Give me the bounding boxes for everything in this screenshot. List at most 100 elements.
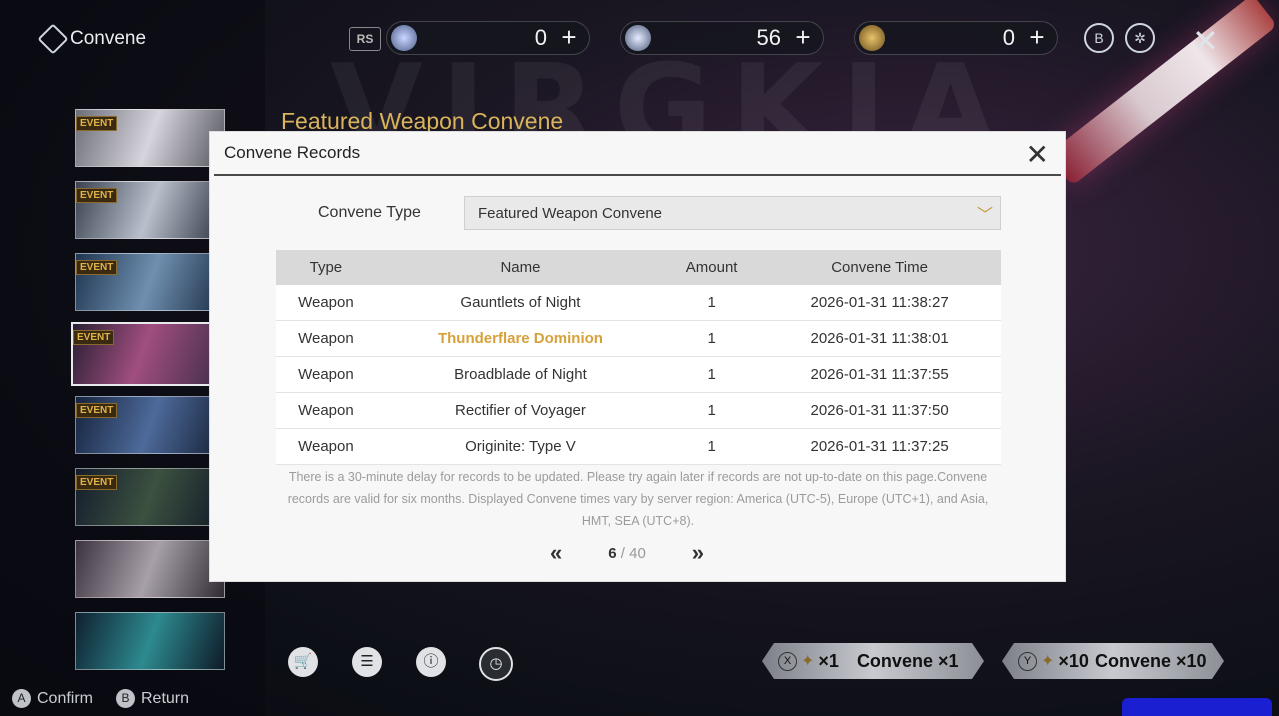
banner-event-selected[interactable]: EVENT [71, 322, 229, 386]
banner-event-1[interactable]: EVENT [75, 109, 225, 167]
table-row: Weapon Rectifier of Voyager 1 2026-01-31… [276, 392, 1001, 429]
cell-type: Weapon [276, 428, 376, 465]
b-key-icon[interactable]: B [1084, 23, 1114, 53]
add-lustrous-tide-button[interactable]: + [557, 24, 581, 50]
convene-x1-cost: ×1 [818, 650, 839, 671]
astrite-icon [625, 25, 651, 51]
currency-astrite: 56 + [620, 21, 824, 55]
cell-time: 2026-01-31 11:37:55 [758, 356, 1001, 393]
cell-type: Weapon [276, 356, 376, 393]
cell-time: 2026-01-31 11:37:50 [758, 392, 1001, 429]
banner-event-6[interactable]: EVENT [75, 468, 225, 526]
convene-x10-cost: ×10 [1058, 650, 1089, 671]
cell-amount: 1 [665, 356, 759, 393]
chevron-down-icon: ﹀ [976, 207, 993, 224]
table-row: Weapon Broadblade of Night 1 2026-01-31 … [276, 356, 1001, 393]
overlay-bar [1122, 698, 1272, 716]
cell-time: 2026-01-31 11:38:27 [758, 285, 1001, 321]
banner-standard-weapon[interactable] [75, 612, 225, 670]
pagination: « 6 / 40 » [550, 540, 704, 566]
cell-time: 2026-01-31 11:37:25 [758, 428, 1001, 465]
add-forging-tide-button[interactable]: + [1025, 24, 1049, 50]
banner-event-2[interactable]: EVENT [75, 181, 225, 239]
modal-header: Convene Records ✕ [214, 132, 1061, 176]
column-time: Convene Time [758, 250, 1001, 285]
currency-lustrous-tide: 0 + [386, 21, 590, 55]
b-key-icon: B [116, 689, 135, 708]
brand-label: Convene [70, 28, 147, 49]
records-table: Type Name Amount Convene Time Weapon Gau… [276, 250, 1001, 465]
table-row: Weapon Thunderflare Dominion 1 2026-01-3… [276, 320, 1001, 357]
convene-type-dropdown[interactable]: Featured Weapon Convene ﹀ [464, 196, 1001, 230]
shop-cart-icon[interactable]: 🛒 [288, 647, 318, 677]
column-amount: Amount [665, 250, 759, 285]
y-key-icon: Y [1018, 652, 1037, 671]
cell-name: Broadblade of Night [375, 356, 666, 393]
cell-name: Rectifier of Voyager [375, 392, 666, 429]
convene-type-value: Featured Weapon Convene [478, 204, 663, 222]
featured-weapon-art [1047, 0, 1278, 186]
convene-x10-label: Convene ×10 [1094, 650, 1207, 671]
details-icon[interactable]: ☰ [352, 647, 382, 677]
astrite-value: 56 [756, 25, 781, 50]
prev-page-button[interactable]: « [550, 540, 562, 566]
add-astrite-button[interactable]: + [791, 24, 815, 50]
convene-brand: Convene [37, 23, 147, 55]
delay-notice: There is a 30-minute delay for records t… [287, 470, 989, 528]
cell-type: Weapon [276, 285, 376, 321]
banner-event-3[interactable]: EVENT [75, 253, 225, 311]
return-hint[interactable]: B Return [116, 689, 189, 708]
event-tag: EVENT [76, 403, 118, 418]
convene-x1-button[interactable]: X ✦ ×1 Convene ×1 [762, 643, 984, 679]
event-tag: EVENT [76, 116, 118, 131]
close-icon[interactable]: ✕ [1192, 22, 1219, 60]
cell-name: Originite: Type V [375, 428, 666, 465]
cell-amount: 1 [665, 320, 759, 357]
forging-tide-icon: ✦ [801, 653, 815, 670]
rs-badge-icon: RS [349, 27, 381, 51]
cell-name: Thunderflare Dominion [375, 320, 666, 357]
x-key-icon: X [778, 652, 797, 671]
cell-type: Weapon [276, 392, 376, 429]
confirm-label: Confirm [37, 689, 94, 707]
cell-amount: 1 [665, 392, 759, 429]
forging-tide-icon: ✦ [1041, 653, 1055, 670]
banner-event-5[interactable]: EVENT [75, 396, 225, 454]
convene-icon [37, 23, 69, 55]
table-row: Weapon Originite: Type V 1 2026-01-31 11… [276, 428, 1001, 465]
convene-records-modal: Convene Records ✕ Convene Type Featured … [209, 131, 1066, 582]
convene-type-label: Convene Type [318, 204, 421, 221]
currency-forging-tide: 0 + [854, 21, 1058, 55]
banner-standard-resonator[interactable] [75, 540, 225, 598]
lustrous-tide-icon [391, 25, 417, 51]
return-label: Return [141, 689, 190, 707]
next-page-button[interactable]: » [692, 540, 704, 566]
total-pages: / 40 [620, 544, 646, 562]
forging-tide-icon [859, 25, 885, 51]
confirm-hint[interactable]: A Confirm [12, 689, 93, 708]
table-header: Type Name Amount Convene Time [276, 250, 1001, 285]
modal-title: Convene Records [224, 143, 361, 162]
cell-amount: 1 [665, 285, 759, 321]
current-page: 6 [608, 544, 617, 562]
convene-x10-button[interactable]: Y ✦ ×10 Convene ×10 [1002, 643, 1224, 679]
table-row: Weapon Gauntlets of Night 1 2026-01-31 1… [276, 285, 1001, 321]
cell-type: Weapon [276, 320, 376, 357]
page-indicator: 6 / 40 [608, 545, 646, 562]
column-name: Name [375, 250, 666, 285]
convene-x1-label: Convene ×1 [856, 650, 959, 671]
cell-name: Gauntlets of Night [375, 285, 666, 321]
column-type: Type [276, 250, 376, 285]
event-tag: EVENT [76, 260, 118, 275]
lustrous-tide-value: 0 [534, 25, 547, 50]
event-tag: EVENT [76, 188, 118, 203]
modal-close-icon[interactable]: ✕ [1026, 138, 1049, 171]
event-tag: EVENT [73, 330, 115, 345]
settings-gear-icon[interactable]: ✲ [1125, 23, 1155, 53]
history-clock-icon[interactable]: ◷ [479, 647, 513, 681]
event-tag: EVENT [76, 475, 118, 490]
a-key-icon: A [12, 689, 31, 708]
cell-amount: 1 [665, 428, 759, 465]
info-icon[interactable]: ⓘ [416, 647, 446, 677]
cell-time: 2026-01-31 11:38:01 [758, 320, 1001, 357]
